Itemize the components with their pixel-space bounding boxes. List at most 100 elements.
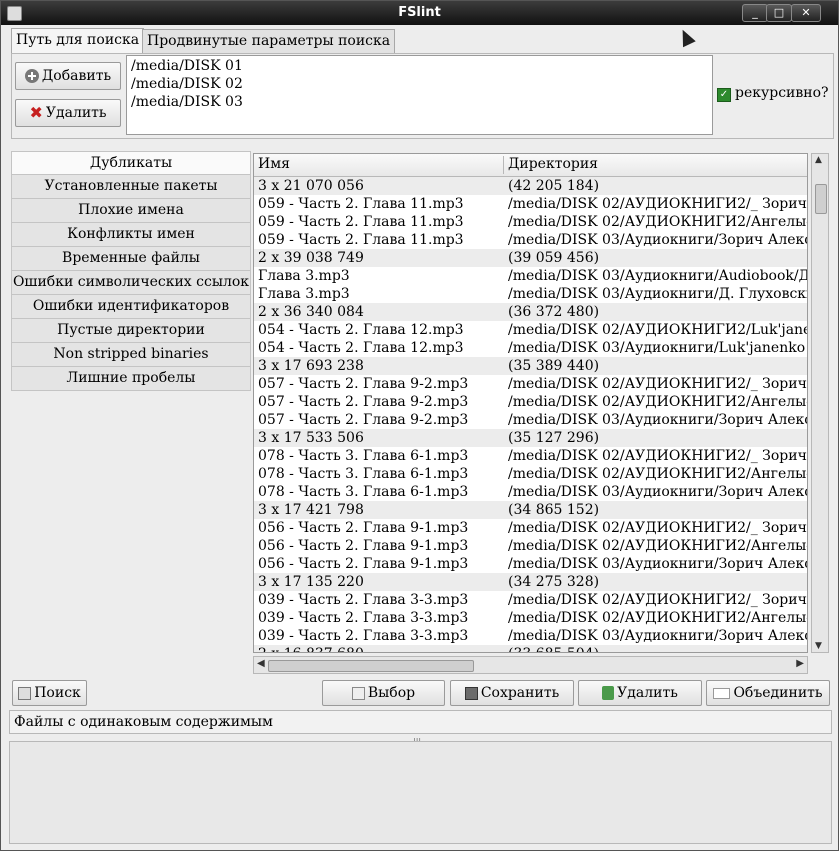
save-icon bbox=[464, 686, 478, 700]
select-button-label: Выбор bbox=[367, 685, 416, 701]
table-row[interactable]: 039 - Часть 2. Глава 3-3.mp3/media/DISK … bbox=[254, 627, 807, 645]
duplicate-group-row[interactable]: 2 x 39 038 749 (39 059 456) bbox=[254, 249, 807, 267]
file-name-cell: 056 - Часть 2. Глава 9-1.mp3 bbox=[258, 538, 469, 554]
window-title: FSlint bbox=[398, 5, 441, 20]
duplicate-group-row[interactable]: 3 x 21 070 056 (42 205 184) bbox=[254, 177, 807, 195]
group-total-cell: (35 389 440) bbox=[508, 358, 600, 374]
scroll-up-icon[interactable]: ▲ bbox=[815, 155, 822, 165]
path-item[interactable]: /media/DISK 02 bbox=[131, 75, 708, 93]
table-row[interactable]: 057 - Часть 2. Глава 9-2.mp3/media/DISK … bbox=[254, 393, 808, 411]
maximize-button[interactable]: □ bbox=[766, 4, 792, 22]
directory-cell: /media/DISK 02/АУДИОКНИГИ2/Ангелы- bbox=[508, 538, 808, 554]
table-row[interactable]: 059 - Часть 2. Глава 11.mp3/media/DISK 0… bbox=[254, 231, 807, 249]
vertical-scroll-thumb[interactable] bbox=[815, 184, 827, 214]
recursive-label[interactable]: рекурсивно? bbox=[735, 85, 829, 101]
file-name-cell: 078 - Часть 3. Глава 6-1.mp3 bbox=[258, 484, 469, 500]
directory-cell: /media/DISK 02/АУДИОКНИГИ2/Ангелы- bbox=[508, 394, 808, 410]
file-name-cell: 039 - Часть 2. Глава 3-3.mp3 bbox=[258, 628, 469, 644]
recursive-checkbox[interactable]: ✓ bbox=[717, 88, 731, 102]
duplicate-group-row[interactable]: 2 x 36 340 084 (36 372 480) bbox=[254, 303, 807, 321]
file-name-cell: 078 - Часть 3. Глава 6-1.mp3 bbox=[258, 448, 469, 464]
file-name-cell: 057 - Часть 2. Глава 9-2.mp3 bbox=[258, 412, 469, 428]
scroll-right-icon[interactable]: ▶ bbox=[796, 658, 804, 669]
select-button[interactable]: Выбор bbox=[322, 680, 445, 706]
nav-item-redundant-whitespace[interactable]: Лишние пробелы bbox=[11, 367, 251, 391]
remove-path-button[interactable]: ✖ Удалить bbox=[15, 99, 121, 127]
duplicate-group-row[interactable]: 3 x 17 693 238 (35 389 440) bbox=[254, 357, 807, 375]
select-icon bbox=[351, 686, 365, 700]
file-name-cell: 054 - Часть 2. Глава 12.mp3 bbox=[258, 340, 464, 356]
plus-icon bbox=[24, 69, 39, 83]
duplicate-group-row[interactable]: 2 x 16 837 680 (33 685 504) bbox=[254, 645, 807, 652]
table-row[interactable]: 078 - Часть 3. Глава 6-1.mp3/media/DISK … bbox=[254, 465, 808, 483]
group-total-cell: (35 127 296) bbox=[508, 430, 600, 446]
nav-item-name-clashes[interactable]: Конфликты имен bbox=[11, 223, 251, 247]
vertical-scrollbar[interactable]: ▲ ▼ bbox=[811, 153, 829, 653]
file-name-cell: 057 - Часть 2. Глава 9-2.mp3 bbox=[258, 376, 469, 392]
column-header-name[interactable]: Имя bbox=[258, 156, 290, 172]
nav-item-bad-ids[interactable]: Ошибки идентификаторов bbox=[11, 295, 251, 319]
column-header-directory[interactable]: Директория bbox=[508, 156, 598, 172]
horizontal-scrollbar[interactable]: ◀ ▶ bbox=[253, 656, 808, 674]
title-bar[interactable]: FSlint _ □ ✕ bbox=[1, 1, 838, 25]
table-row[interactable]: 056 - Часть 2. Глава 9-1.mp3/media/DISK … bbox=[254, 537, 808, 555]
path-item[interactable]: /media/DISK 01 bbox=[131, 57, 708, 75]
table-row[interactable]: 039 - Часть 2. Глава 3-3.mp3/media/DISK … bbox=[254, 591, 807, 609]
duplicates-table[interactable]: Имя Директория 3 x 21 070 056 (42 205 184… bbox=[253, 153, 808, 653]
table-row[interactable]: 078 - Часть 3. Глава 6-1.mp3/media/DISK … bbox=[254, 447, 807, 465]
file-name-cell: 056 - Часть 2. Глава 9-1.mp3 bbox=[258, 556, 469, 572]
duplicate-group-row[interactable]: 3 x 17 533 506 (35 127 296) bbox=[254, 429, 807, 447]
duplicate-group-row[interactable]: 3 x 17 421 798 (34 865 152) bbox=[254, 501, 807, 519]
directory-cell: /media/DISK 02/АУДИОКНИГИ2/Luk'janen bbox=[508, 322, 808, 338]
table-row[interactable]: 056 - Часть 2. Глава 9-1.mp3/media/DISK … bbox=[254, 519, 807, 537]
nav-item-duplicates[interactable]: Дубликаты bbox=[11, 151, 251, 175]
add-path-button[interactable]: Добавить bbox=[15, 62, 121, 90]
table-row[interactable]: Глава 3.mp3/media/DISK 03/Аудиокниги/Д. … bbox=[254, 285, 808, 303]
table-row[interactable]: 057 - Часть 2. Глава 9-2.mp3/media/DISK … bbox=[254, 375, 807, 393]
directory-cell: /media/DISK 03/Аудиокниги/Зорич Алекс bbox=[508, 484, 808, 500]
scroll-down-icon[interactable]: ▼ bbox=[815, 641, 822, 651]
group-count-cell: 3 x 17 135 220 bbox=[258, 574, 364, 590]
nav-item-bad-names[interactable]: Плохие имена bbox=[11, 199, 251, 223]
file-name-cell: Глава 3.mp3 bbox=[258, 286, 350, 302]
nav-item-temp-files[interactable]: Временные файлы bbox=[11, 247, 251, 271]
directory-cell: /media/DISK 02/АУДИОКНИГИ2/_ Зорич bbox=[508, 448, 807, 464]
merge-button-label: Объединить bbox=[733, 685, 823, 701]
output-pane bbox=[9, 741, 832, 844]
directory-cell: /media/DISK 03/Аудиокниги/Luk'janenko S bbox=[508, 340, 808, 356]
group-count-cell: 2 x 36 340 084 bbox=[258, 304, 364, 320]
table-row[interactable]: 078 - Часть 3. Глава 6-1.mp3/media/DISK … bbox=[254, 483, 808, 501]
tab-search-path[interactable]: Путь для поиска bbox=[11, 28, 145, 54]
minimize-button[interactable]: _ bbox=[742, 4, 768, 22]
duplicate-group-row[interactable]: 3 x 17 135 220 (34 275 328) bbox=[254, 573, 807, 591]
table-row[interactable]: 059 - Часть 2. Глава 11.mp3/media/DISK 0… bbox=[254, 195, 807, 213]
horizontal-scroll-thumb[interactable] bbox=[268, 660, 474, 672]
search-path-list[interactable]: /media/DISK 01 /media/DISK 02 /media/DIS… bbox=[126, 55, 713, 135]
scroll-left-icon[interactable]: ◀ bbox=[257, 658, 265, 669]
nav-item-empty-dirs[interactable]: Пустые директории bbox=[11, 319, 251, 343]
path-item[interactable]: /media/DISK 03 bbox=[131, 93, 708, 111]
table-row[interactable]: 056 - Часть 2. Глава 9-1.mp3/media/DISK … bbox=[254, 555, 807, 573]
delete-button[interactable]: Удалить bbox=[578, 680, 702, 706]
table-row[interactable]: 039 - Часть 2. Глава 3-3.mp3/media/DISK … bbox=[254, 609, 807, 627]
nav-item-non-stripped[interactable]: Non stripped binaries bbox=[11, 343, 251, 367]
file-name-cell: 078 - Часть 3. Глава 6-1.mp3 bbox=[258, 466, 469, 482]
table-row[interactable]: Глава 3.mp3/media/DISK 03/Аудиокниги/Aud… bbox=[254, 267, 808, 285]
merge-button[interactable]: Объединить bbox=[706, 680, 830, 706]
nav-item-installed-packages[interactable]: Установленные пакеты bbox=[11, 175, 251, 199]
nav-item-bad-symlinks[interactable]: Ошибки символических ссылок bbox=[11, 271, 251, 295]
tab-advanced-search[interactable]: Продвинутые параметры поиска bbox=[142, 29, 396, 53]
group-total-cell: (36 372 480) bbox=[508, 304, 600, 320]
directory-cell: /media/DISK 03/Аудиокниги/Д. Глуховски bbox=[508, 286, 808, 302]
table-row[interactable]: 054 - Часть 2. Глава 12.mp3/media/DISK 0… bbox=[254, 321, 808, 339]
table-body: 3 x 21 070 056 (42 205 184) 059 - Часть 2.… bbox=[254, 177, 808, 652]
directory-cell: /media/DISK 03/Аудиокниги/Audiobook/Д bbox=[508, 268, 808, 284]
table-row[interactable]: 054 - Часть 2. Глава 12.mp3/media/DISK 0… bbox=[254, 339, 808, 357]
table-row[interactable]: 059 - Часть 2. Глава 11.mp3/media/DISK 0… bbox=[254, 213, 807, 231]
close-button[interactable]: ✕ bbox=[791, 4, 821, 22]
search-button[interactable]: Поиск bbox=[12, 680, 87, 706]
save-button[interactable]: Сохранить bbox=[450, 680, 574, 706]
save-button-label: Сохранить bbox=[480, 685, 560, 701]
table-row[interactable]: 057 - Часть 2. Глава 9-2.mp3/media/DISK … bbox=[254, 411, 807, 429]
directory-cell: /media/DISK 02/АУДИОКНИГИ2/Ангелы- bbox=[508, 466, 808, 482]
